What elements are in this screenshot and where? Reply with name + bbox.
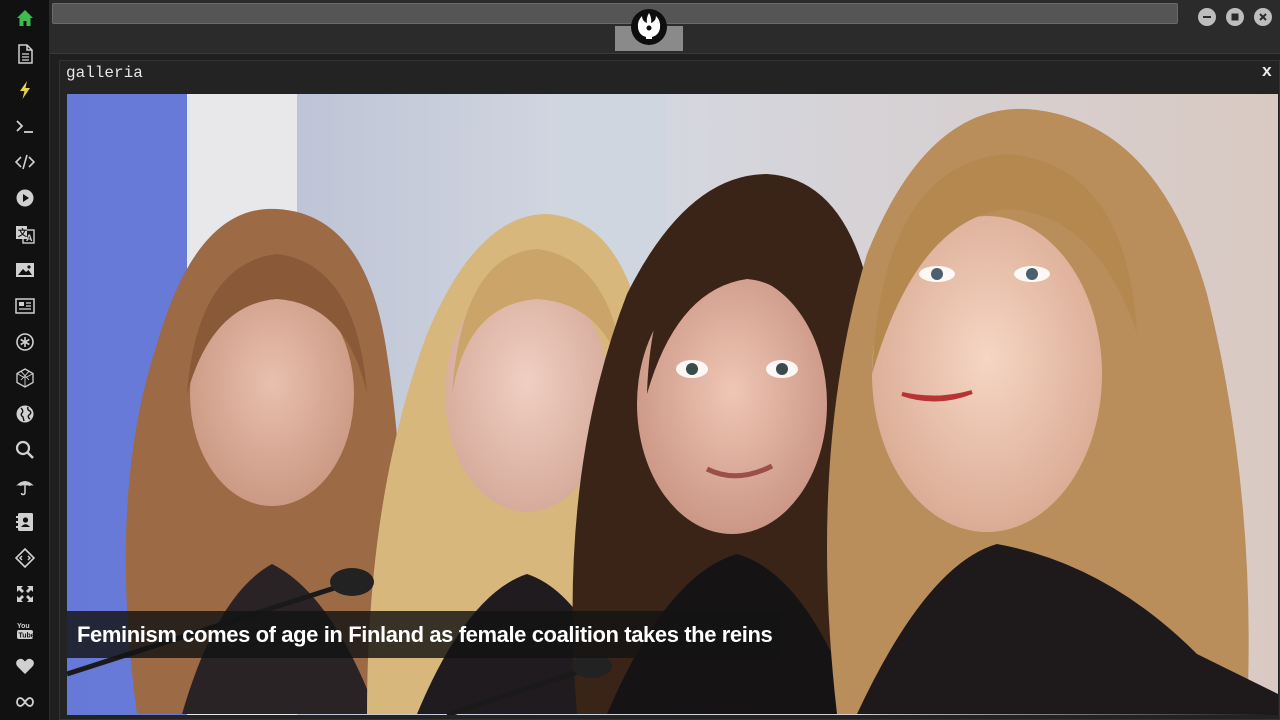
close-button[interactable]	[1254, 8, 1272, 26]
photo-caption: Feminism comes of age in Finland as fema…	[67, 611, 783, 658]
rebel-alliance-icon[interactable]	[630, 8, 668, 46]
contact-card-icon[interactable]	[12, 509, 38, 535]
svg-text:A: A	[26, 233, 33, 243]
umbrella-icon[interactable]	[12, 473, 38, 499]
cube-icon[interactable]	[12, 365, 38, 391]
image-icon[interactable]	[12, 257, 38, 283]
code-icon[interactable]	[12, 149, 38, 175]
home-icon[interactable]	[12, 5, 38, 31]
translate-icon[interactable]: A文	[12, 221, 38, 247]
play-icon[interactable]	[12, 185, 38, 211]
infinity-icon[interactable]	[12, 689, 38, 715]
terminal-icon[interactable]	[12, 113, 38, 139]
gallery-title: galleria	[66, 64, 143, 82]
maximize-button[interactable]	[1226, 8, 1244, 26]
youtube-icon[interactable]: You Tube	[12, 617, 38, 643]
globe-icon[interactable]	[12, 401, 38, 427]
lightning-icon[interactable]	[12, 77, 38, 103]
svg-text:You: You	[17, 623, 30, 630]
gallery-close-button[interactable]: x	[1262, 63, 1272, 82]
document-icon[interactable]	[12, 41, 38, 67]
heart-icon[interactable]	[12, 653, 38, 679]
svg-text:文: 文	[17, 227, 28, 238]
search-icon[interactable]	[12, 437, 38, 463]
svg-text:Tube: Tube	[19, 633, 35, 640]
minimize-button[interactable]	[1198, 8, 1216, 26]
newspaper-icon[interactable]	[12, 293, 38, 319]
sidebar: A文 You Tube	[0, 0, 50, 720]
network-icon[interactable]	[12, 545, 38, 571]
top-bar	[50, 0, 1280, 54]
gallery-window: galleria x Feminism comes of age in Finl…	[59, 60, 1280, 720]
expand-icon[interactable]	[12, 581, 38, 607]
gallery-photo[interactable]: Feminism comes of age in Finland as fema…	[67, 94, 1278, 715]
address-bar[interactable]	[52, 3, 1178, 24]
asterisk-icon[interactable]	[12, 329, 38, 355]
